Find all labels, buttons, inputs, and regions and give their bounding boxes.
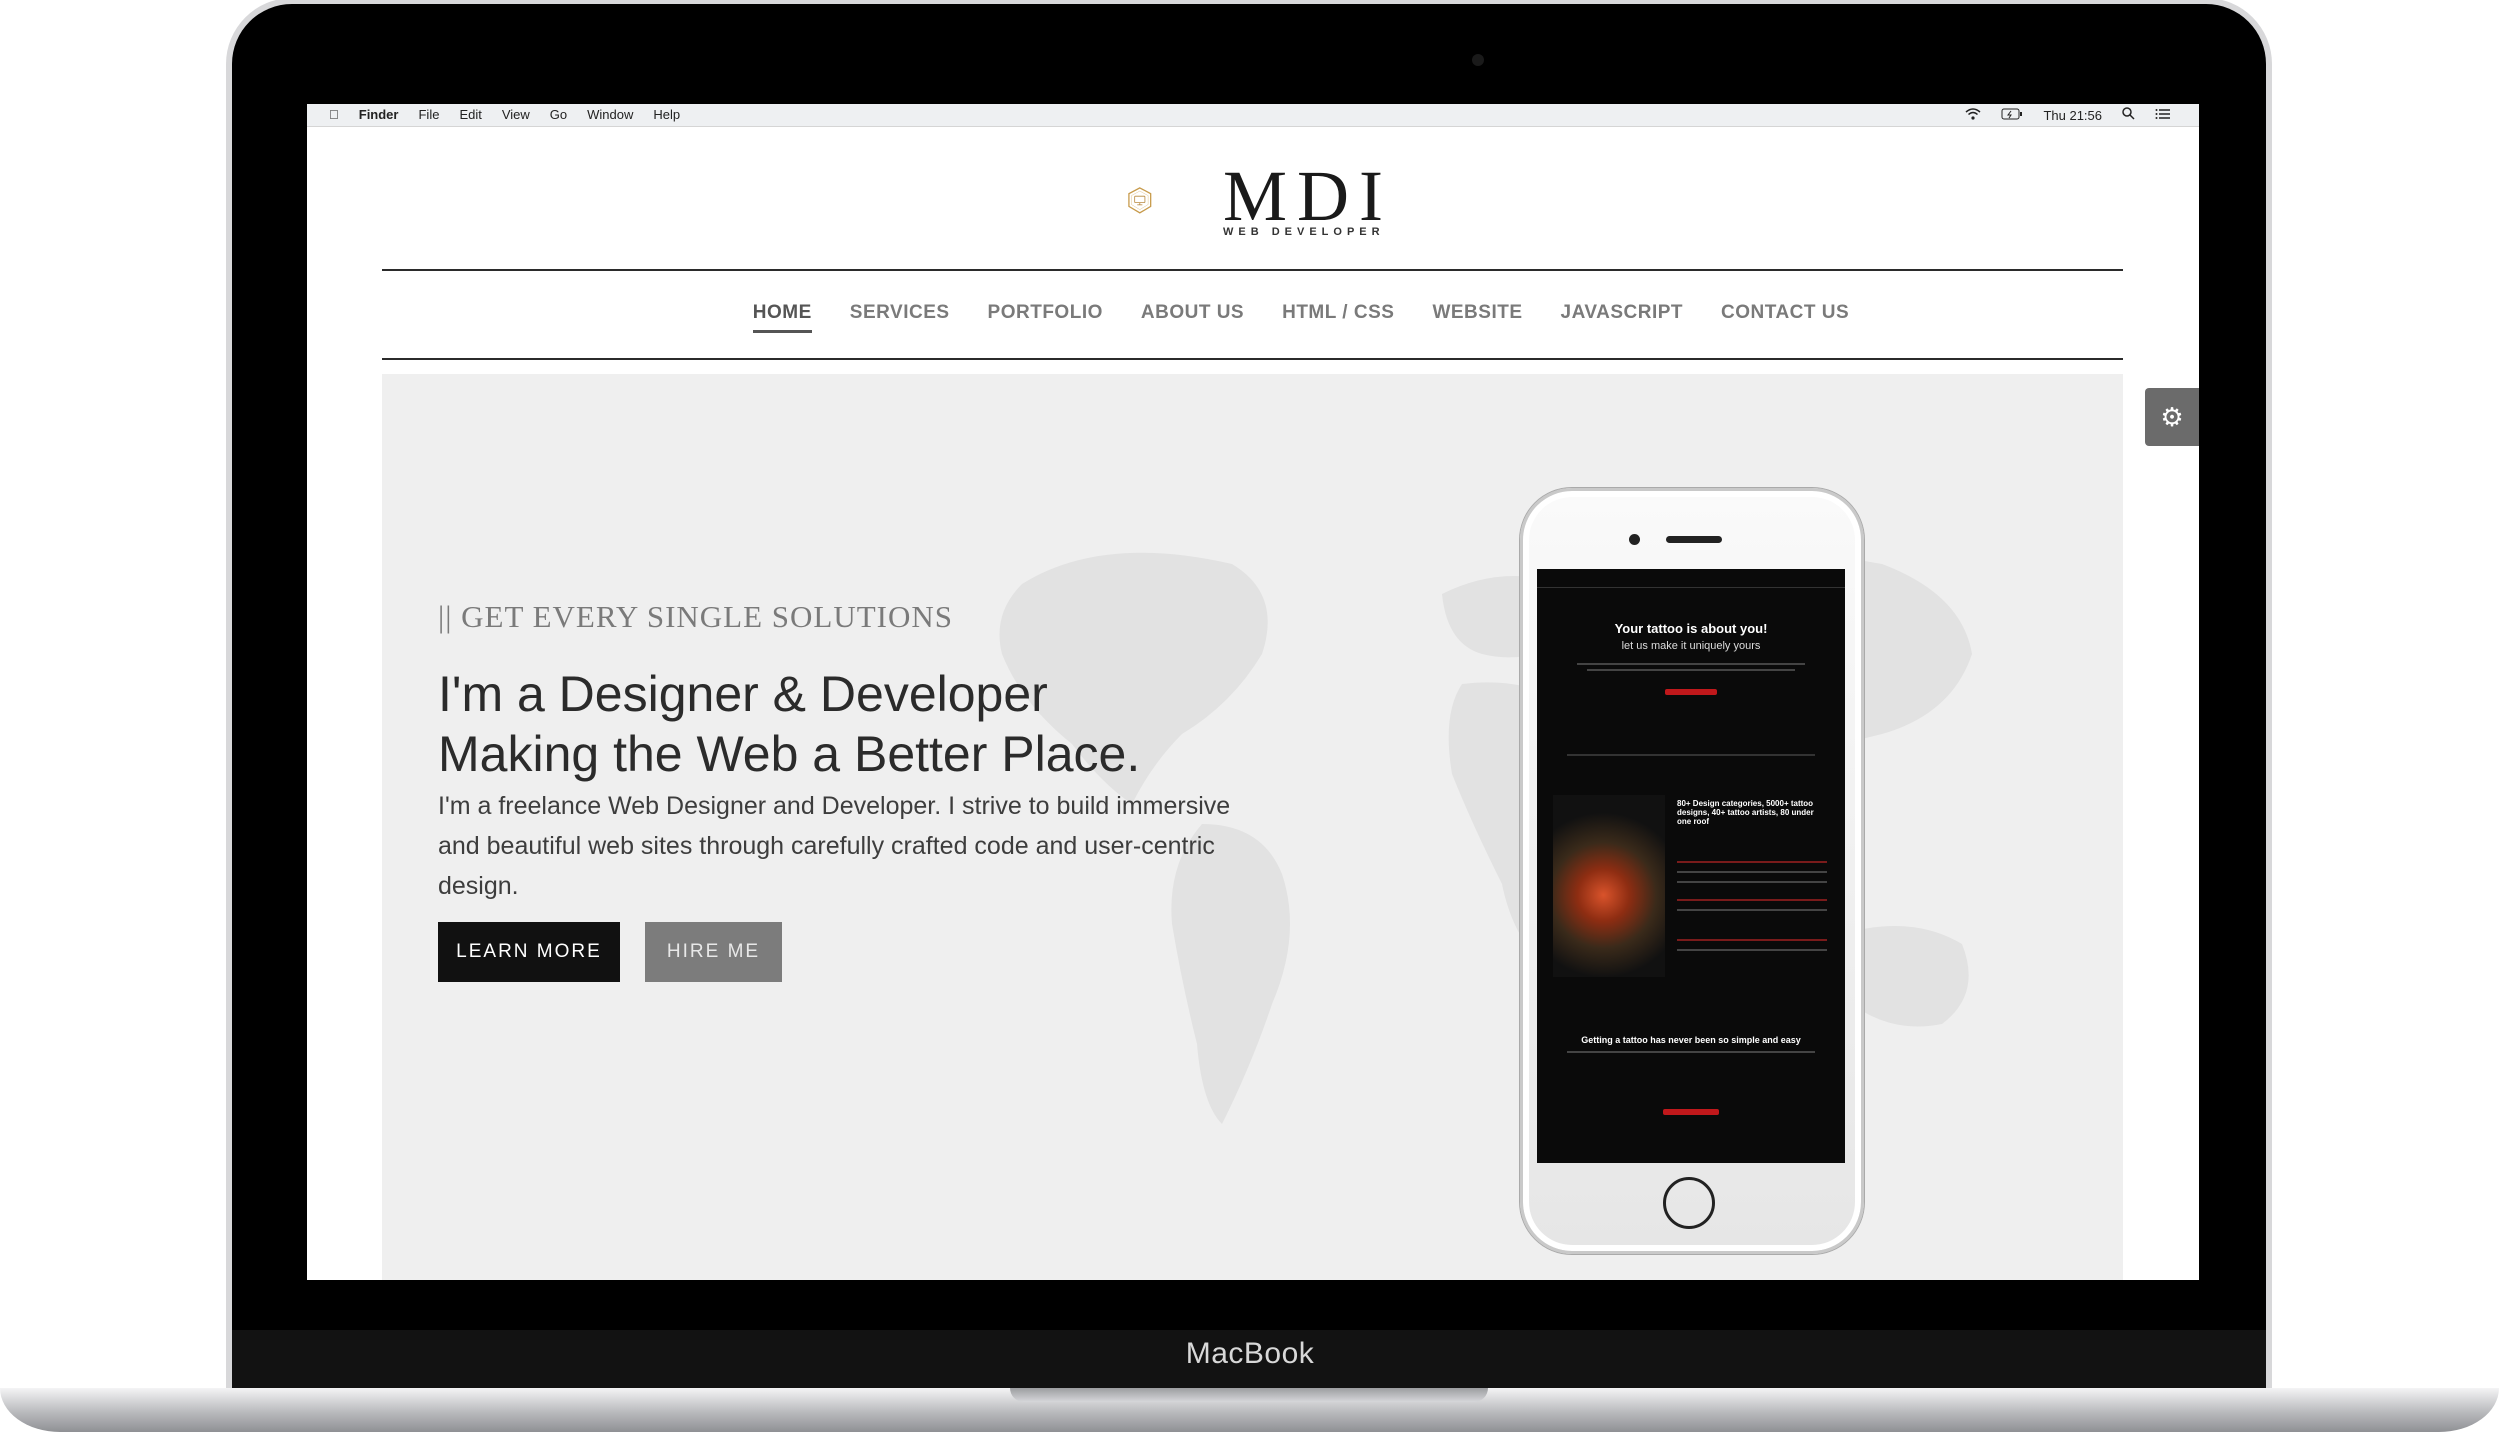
menu-help[interactable]: Help bbox=[653, 107, 680, 122]
phone-footer-heading: Getting a tattoo has never been so simpl… bbox=[1581, 1035, 1801, 1045]
hire-me-button[interactable]: HIRE ME bbox=[645, 922, 782, 982]
phone-text-line bbox=[1577, 663, 1805, 665]
menu-edit[interactable]: Edit bbox=[459, 107, 481, 122]
phone-tattoo-image bbox=[1553, 795, 1665, 977]
phone-side-heading: 80+ Design categories, 5000+ tattoo desi… bbox=[1677, 799, 1814, 826]
gear-icon: ⚙ bbox=[2160, 401, 2184, 432]
nav-website[interactable]: WEBSITE bbox=[1432, 302, 1522, 333]
phone-site-nav bbox=[1537, 569, 1845, 588]
logo-wordmark[interactable]: MDI bbox=[1223, 160, 1393, 232]
hero-headline-line1: I'm a Designer & Developer bbox=[438, 666, 1048, 722]
hero-kicker: || GET EVERY SINGLE SOLUTIONS bbox=[438, 599, 954, 634]
phone-text-line bbox=[1677, 871, 1827, 873]
settings-toggle[interactable]: ⚙ bbox=[2145, 388, 2199, 446]
nav-about-us[interactable]: ABOUT US bbox=[1141, 302, 1244, 333]
nav-javascript[interactable]: JAVASCRIPT bbox=[1561, 302, 1684, 333]
logo-subtitle: WEB DEVELOPER bbox=[1223, 226, 1385, 238]
phone-text-line bbox=[1677, 909, 1827, 911]
menu-finder[interactable]: Finder bbox=[359, 107, 399, 122]
phone-hero-subtitle: let us make it uniquely yours bbox=[1621, 640, 1761, 652]
screen:  Finder File Edit View Go Window Help T… bbox=[307, 104, 2199, 1280]
menubar-clock[interactable]: Thu 21:56 bbox=[2043, 108, 2102, 123]
header-divider-bottom bbox=[382, 358, 2123, 360]
hero-headline: I'm a Designer & Developer Making the We… bbox=[438, 664, 1338, 784]
menu-file[interactable]: File bbox=[418, 107, 439, 122]
phone-text-line bbox=[1677, 939, 1827, 941]
laptop-brand-label: MacBook bbox=[1185, 1337, 1315, 1370]
phone-text-line bbox=[1677, 949, 1827, 951]
phone-home-button bbox=[1663, 1177, 1715, 1229]
laptop-notch bbox=[1010, 1388, 1488, 1402]
menu-view[interactable]: View bbox=[502, 107, 530, 122]
nav-html-css[interactable]: HTML / CSS bbox=[1282, 302, 1394, 333]
phone-speaker bbox=[1666, 536, 1722, 543]
phone-mockup: Your tattoo is about you! let us make it… bbox=[1520, 488, 1864, 1254]
nav-home[interactable]: HOME bbox=[752, 302, 812, 333]
phone-cta-button bbox=[1665, 689, 1717, 695]
phone-text-line bbox=[1677, 899, 1827, 901]
main-nav: HOME SERVICES PORTFOLIO ABOUT US HTML / … bbox=[307, 302, 2199, 333]
phone-footer-button bbox=[1663, 1109, 1719, 1115]
phone-text-line bbox=[1587, 669, 1795, 671]
battery-icon[interactable] bbox=[2001, 108, 2023, 123]
spotlight-search-icon[interactable] bbox=[2122, 107, 2135, 123]
phone-front-camera bbox=[1629, 534, 1640, 545]
hero-description: I'm a freelance Web Designer and Develop… bbox=[438, 792, 1231, 900]
notification-center-icon[interactable] bbox=[2155, 108, 2171, 123]
menu-window[interactable]: Window bbox=[587, 107, 633, 122]
menu-go[interactable]: Go bbox=[550, 107, 567, 122]
nav-services[interactable]: SERVICES bbox=[850, 302, 950, 333]
phone-text-line bbox=[1567, 1051, 1815, 1053]
webcam bbox=[1472, 54, 1484, 66]
phone-text-line bbox=[1677, 881, 1827, 883]
phone-screen: Your tattoo is about you! let us make it… bbox=[1537, 569, 1845, 1163]
phone-logo-strip bbox=[1567, 754, 1815, 756]
logo-hexagon-icon[interactable] bbox=[1127, 158, 1207, 244]
learn-more-button[interactable]: LEARN MORE bbox=[438, 922, 620, 982]
nav-contact-us[interactable]: CONTACT US bbox=[1721, 302, 1849, 333]
nav-portfolio[interactable]: PORTFOLIO bbox=[988, 302, 1103, 333]
mac-menubar:  Finder File Edit View Go Window Help T… bbox=[307, 104, 2199, 127]
wifi-icon[interactable] bbox=[1965, 107, 1981, 123]
phone-text-line bbox=[1677, 861, 1827, 863]
apple-icon[interactable]:  bbox=[329, 107, 339, 122]
phone-hero-title: Your tattoo is about you! bbox=[1614, 621, 1768, 636]
header-divider-top bbox=[382, 269, 2123, 271]
hero-headline-line2: Making the Web a Better Place. bbox=[438, 726, 1141, 782]
